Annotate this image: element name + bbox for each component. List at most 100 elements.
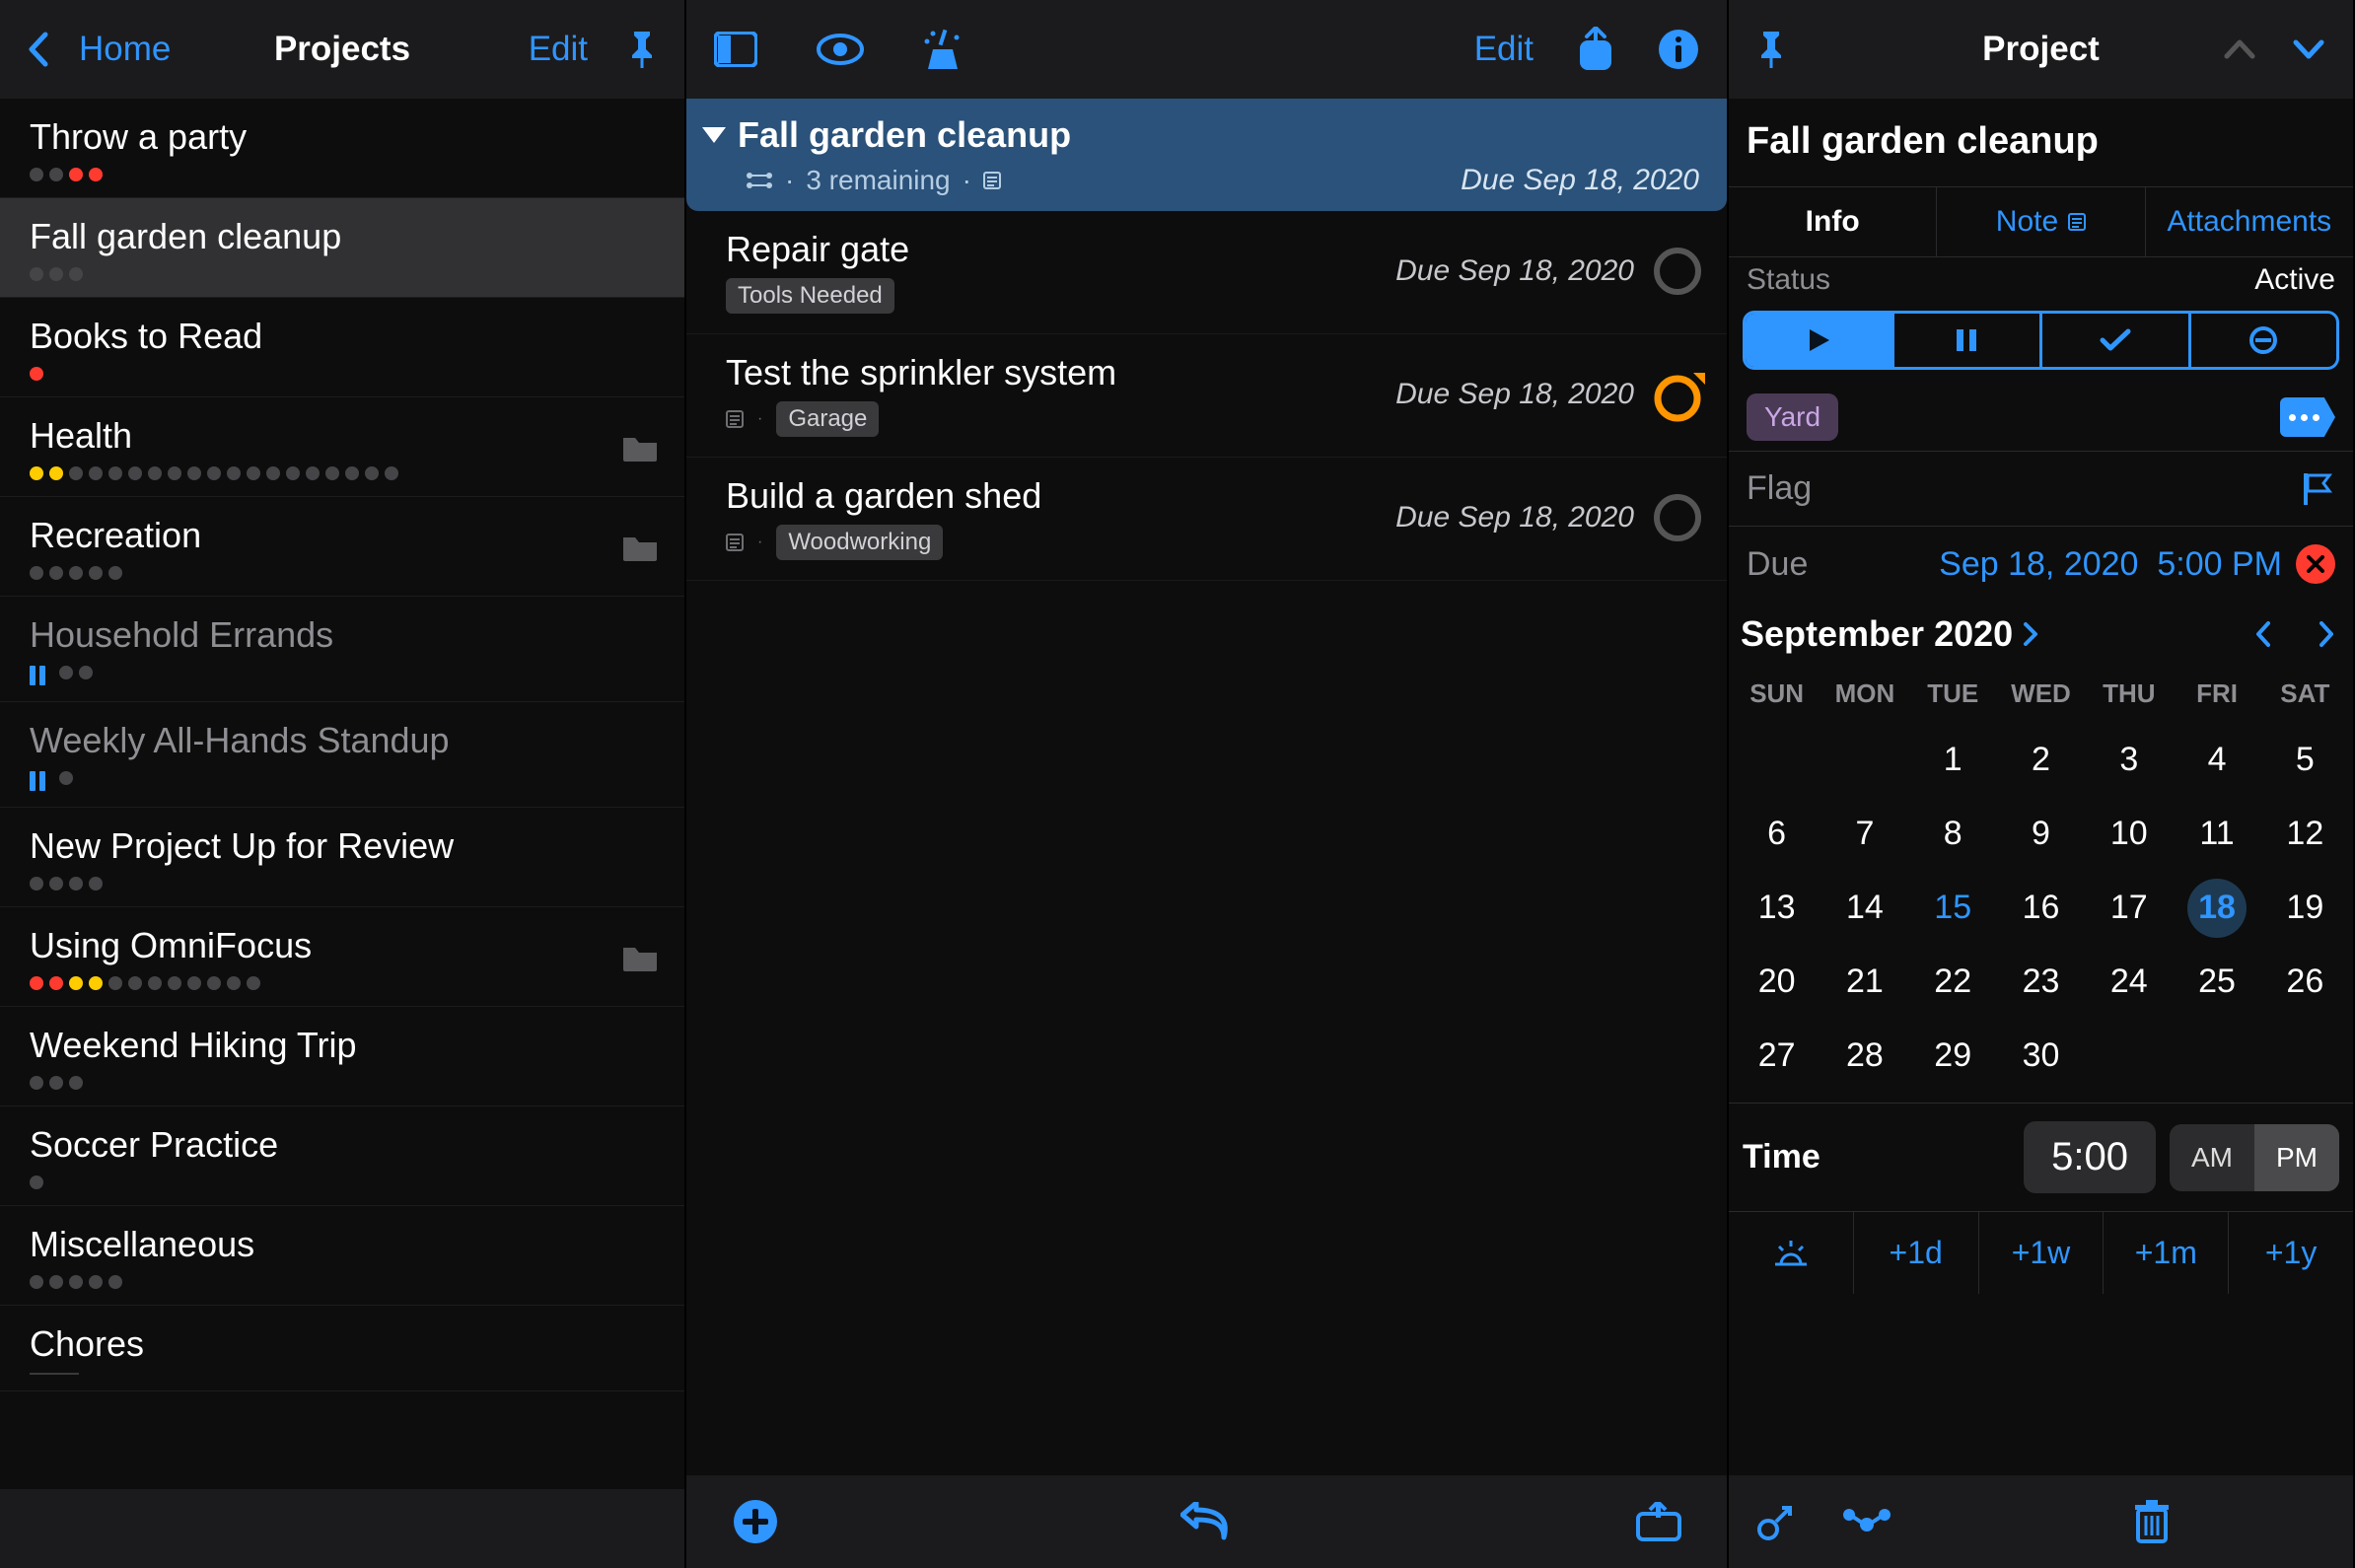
clear-due-button[interactable] — [2296, 544, 2335, 584]
projects-list[interactable]: Throw a partyFall garden cleanupBooks to… — [0, 99, 684, 1489]
tab-attachments[interactable]: Attachments — [2145, 187, 2353, 256]
calendar-day[interactable]: 10 — [2085, 797, 2173, 871]
project-item[interactable]: New Project Up for Review — [0, 808, 684, 907]
tab-info[interactable]: Info — [1729, 187, 1936, 256]
disclosure-triangle-icon[interactable] — [702, 127, 726, 143]
cal-next-button[interactable] — [2318, 619, 2335, 649]
project-item[interactable]: Household Errands — [0, 597, 684, 702]
calendar-day[interactable]: 17 — [2085, 871, 2173, 945]
calendar-day[interactable]: 20 — [1733, 945, 1820, 1019]
status-completed-button[interactable] — [2039, 314, 2188, 367]
calendar-day[interactable]: 18 — [2173, 871, 2260, 945]
tag-more-button[interactable] — [2280, 397, 2335, 437]
calendar-day[interactable]: 12 — [2261, 797, 2349, 871]
delete-icon[interactable] — [2133, 1500, 2171, 1543]
project-item[interactable]: Weekend Hiking Trip — [0, 1007, 684, 1106]
project-item[interactable]: Recreation — [0, 497, 684, 597]
project-item[interactable]: Fall garden cleanup — [0, 198, 684, 298]
project-item[interactable]: Throw a party — [0, 99, 684, 198]
pin-icon[interactable] — [1756, 30, 1786, 69]
calendar-day[interactable]: 29 — [1909, 1019, 1997, 1093]
flag-row[interactable]: Flag — [1729, 452, 2353, 526]
shortcut-+1w[interactable]: +1w — [1979, 1212, 2105, 1294]
shortcut-+1y[interactable]: +1y — [2229, 1212, 2353, 1294]
tab-note[interactable]: Note — [1936, 187, 2144, 256]
add-task-button[interactable] — [732, 1498, 779, 1545]
convert-icon[interactable] — [1756, 1502, 1796, 1541]
calendar-day[interactable]: 8 — [1909, 797, 1997, 871]
project-item[interactable]: Using OmniFocus — [0, 907, 684, 1007]
project-name: Soccer Practice — [30, 1124, 655, 1166]
cal-prev-button[interactable] — [2254, 619, 2272, 649]
cleanup-icon[interactable] — [923, 28, 963, 71]
next-item-icon[interactable] — [2292, 38, 2325, 60]
calendar-day[interactable]: 9 — [1997, 797, 2085, 871]
calendar-day[interactable]: 5 — [2261, 723, 2349, 797]
tag-chip[interactable]: Yard — [1747, 393, 1838, 441]
status-circle[interactable] — [1652, 369, 1703, 420]
task-row[interactable]: Repair gateTools NeededDue Sep 18, 2020 — [686, 211, 1727, 334]
shortcut-today[interactable] — [1729, 1212, 1854, 1294]
due-row[interactable]: Due Sep 18, 2020 5:00 PM — [1729, 527, 2353, 602]
calendar-day[interactable]: 21 — [1820, 945, 1908, 1019]
status-dropped-button[interactable] — [2188, 314, 2337, 367]
project-item[interactable]: Health — [0, 397, 684, 497]
tag-chip[interactable]: Tools Needed — [726, 278, 894, 314]
calendar-day[interactable]: 19 — [2261, 871, 2349, 945]
info-icon[interactable] — [1658, 29, 1699, 70]
calendar-day[interactable]: 24 — [2085, 945, 2173, 1019]
am-button[interactable]: AM — [2170, 1124, 2254, 1191]
status-onhold-button[interactable] — [1891, 314, 2040, 367]
flag-icon[interactable] — [2300, 471, 2335, 507]
projects-edit-link[interactable]: Edit — [529, 30, 588, 69]
calendar-day[interactable]: 28 — [1820, 1019, 1908, 1093]
calendar-day[interactable]: 27 — [1733, 1019, 1820, 1093]
calendar-day[interactable]: 16 — [1997, 871, 2085, 945]
pin-icon[interactable] — [627, 30, 657, 69]
sidebar-toggle-icon[interactable] — [714, 32, 757, 67]
calendar-day[interactable]: 26 — [2261, 945, 2349, 1019]
calendar-day[interactable]: 15 — [1909, 871, 1997, 945]
calendar-day[interactable]: 1 — [1909, 723, 1997, 797]
time-value[interactable]: 5:00 — [2024, 1121, 2156, 1193]
tag-chip[interactable]: Woodworking — [776, 525, 943, 560]
tag-chip[interactable]: Garage — [776, 401, 879, 437]
project-header[interactable]: Fall garden cleanup · 3 remaining · Due … — [686, 99, 1727, 211]
undo-button[interactable] — [1180, 1502, 1236, 1541]
task-row[interactable]: Build a garden shed·WoodworkingDue Sep 1… — [686, 458, 1727, 581]
task-row[interactable]: Test the sprinkler system·GarageDue Sep … — [686, 334, 1727, 458]
type-icon[interactable] — [1841, 1507, 1892, 1536]
calendar-day[interactable]: 22 — [1909, 945, 1997, 1019]
calendar-day[interactable]: 14 — [1820, 871, 1908, 945]
calendar-dow: WED — [1997, 669, 2085, 723]
status-circle[interactable] — [1652, 246, 1703, 297]
calendar-month-button[interactable]: September 2020 — [1741, 613, 2038, 655]
calendar-day[interactable]: 25 — [2173, 945, 2260, 1019]
shortcut-+1m[interactable]: +1m — [2104, 1212, 2229, 1294]
calendar-day[interactable]: 3 — [2085, 723, 2173, 797]
project-item[interactable]: Weekly All-Hands Standup — [0, 702, 684, 808]
calendar-day[interactable]: 11 — [2173, 797, 2260, 871]
outline-edit-link[interactable]: Edit — [1474, 30, 1534, 69]
project-item[interactable]: Soccer Practice — [0, 1106, 684, 1206]
project-item[interactable]: Chores — [0, 1306, 684, 1391]
calendar-day[interactable]: 6 — [1733, 797, 1820, 871]
project-item[interactable]: Books to Read — [0, 298, 684, 397]
status-circle[interactable] — [1652, 492, 1703, 543]
calendar-day[interactable]: 23 — [1997, 945, 2085, 1019]
calendar-day[interactable]: 2 — [1997, 723, 2085, 797]
status-active-button[interactable] — [1746, 314, 1891, 367]
quick-entry-button[interactable] — [1636, 1502, 1681, 1541]
back-home-link[interactable]: Home — [79, 30, 171, 69]
calendar-day[interactable]: 7 — [1820, 797, 1908, 871]
share-icon[interactable] — [1577, 27, 1614, 72]
view-options-icon[interactable] — [817, 34, 864, 65]
project-item[interactable]: Miscellaneous — [0, 1206, 684, 1306]
calendar-day[interactable]: 30 — [1997, 1019, 2085, 1093]
pm-button[interactable]: PM — [2254, 1124, 2339, 1191]
prev-item-icon[interactable] — [2223, 38, 2256, 60]
back-chevron-icon[interactable] — [28, 31, 49, 68]
shortcut-+1d[interactable]: +1d — [1854, 1212, 1979, 1294]
calendar-day[interactable]: 4 — [2173, 723, 2260, 797]
calendar-day[interactable]: 13 — [1733, 871, 1820, 945]
